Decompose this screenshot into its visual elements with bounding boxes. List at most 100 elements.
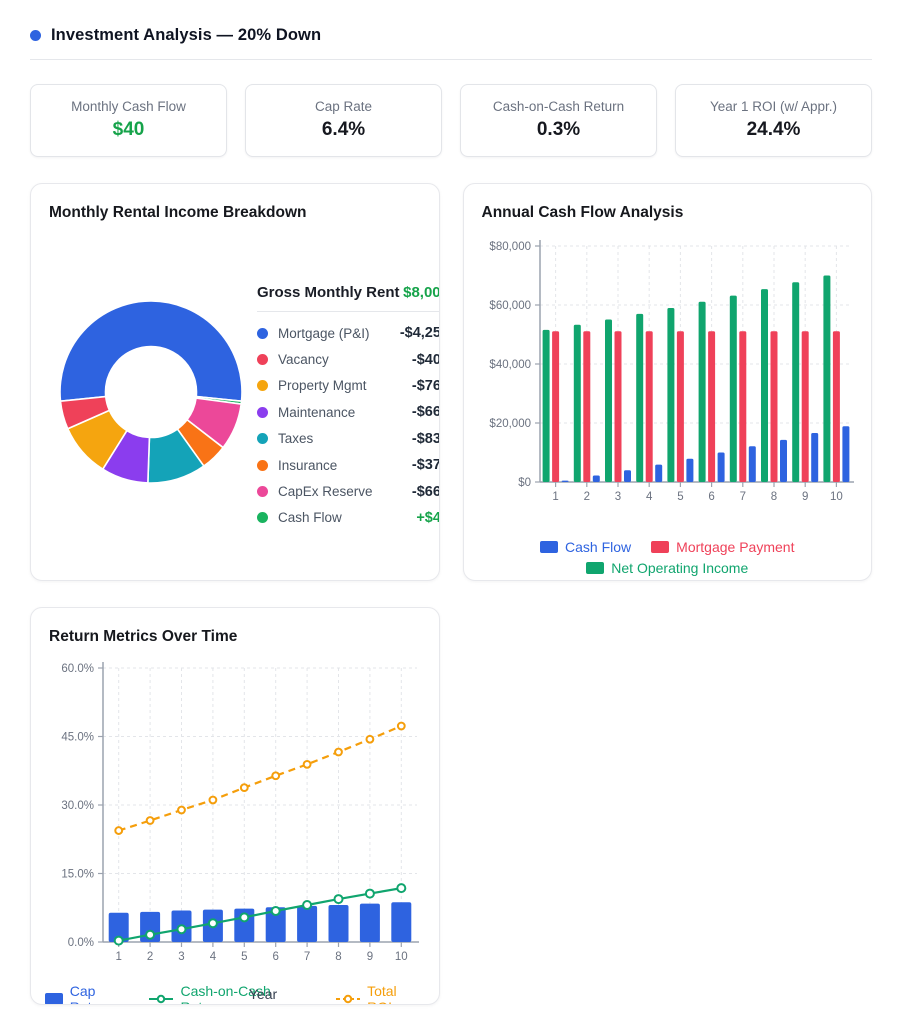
income-row-label: Mortgage (P&I) xyxy=(278,326,400,341)
bar-cash-flow[interactable] xyxy=(686,459,693,482)
bar-cash-flow[interactable] xyxy=(780,440,787,482)
donut-slice-mortgage-p-i-[interactable] xyxy=(60,301,242,401)
x-axis-tick-label: 2 xyxy=(583,491,589,503)
bar-mortgage-payment[interactable] xyxy=(552,331,559,482)
bar-cash-flow[interactable] xyxy=(842,426,849,482)
page-header: Investment Analysis — 20% Down xyxy=(30,26,872,45)
income-row-label: Insurance xyxy=(278,458,412,473)
marker-total-roi[interactable] xyxy=(335,749,342,756)
legend-label: Cash-on-Cash Return xyxy=(180,983,314,1005)
bar-net-operating-income[interactable] xyxy=(761,289,768,482)
line-cash-on-cash-return[interactable] xyxy=(119,888,402,941)
bar-net-operating-income[interactable] xyxy=(729,296,736,482)
bar-cash-flow[interactable] xyxy=(748,446,755,482)
bar-mortgage-payment[interactable] xyxy=(770,331,777,482)
income-content: Gross Monthly Rent $8,000 Mortgage (P&I)… xyxy=(45,256,425,531)
legend-item-cash-on-cash-return[interactable]: Cash-on-Cash Return xyxy=(148,983,315,1005)
card-title: Monthly Rental Income Breakdown xyxy=(49,204,425,222)
legend-swatch-icon xyxy=(45,993,63,1005)
marker-total-roi[interactable] xyxy=(367,736,374,743)
marker-cash-on-cash-return[interactable] xyxy=(335,895,343,903)
metric-label: Cash-on-Cash Return xyxy=(467,99,650,114)
legend-item-cash-flow[interactable]: Cash Flow xyxy=(540,539,631,555)
bar-cash-flow[interactable] xyxy=(561,481,568,482)
bar-net-operating-income[interactable] xyxy=(698,302,705,482)
x-axis-tick-label: 10 xyxy=(395,951,408,963)
y-axis-tick-label: $40,000 xyxy=(489,359,531,371)
bar-net-operating-income[interactable] xyxy=(667,308,674,482)
annual-cashflow-chart[interactable]: $0$20,000$40,000$60,000$80,0001234567891… xyxy=(478,228,858,528)
legend-swatch-icon xyxy=(651,541,669,553)
bar-mortgage-payment[interactable] xyxy=(676,331,683,482)
series-color-dot-icon xyxy=(257,433,268,444)
bar-cash-flow[interactable] xyxy=(811,433,818,482)
x-axis-tick-label: 1 xyxy=(115,951,121,963)
bar-net-operating-income[interactable] xyxy=(573,325,580,482)
metric-label: Monthly Cash Flow xyxy=(37,99,220,114)
bar-mortgage-payment[interactable] xyxy=(645,331,652,482)
marker-cash-on-cash-return[interactable] xyxy=(178,925,186,933)
marker-cash-on-cash-return[interactable] xyxy=(209,919,217,927)
legend-item-cap-rate[interactable]: Cap Rate xyxy=(45,983,128,1005)
bar-mortgage-payment[interactable] xyxy=(832,331,839,482)
legend-item-mortgage-payment[interactable]: Mortgage Payment xyxy=(651,539,794,555)
legend-item-total-roi[interactable]: Total ROI xyxy=(335,983,425,1005)
bar-net-operating-income[interactable] xyxy=(542,330,549,482)
return-metrics-card: Return Metrics Over Time 0.0%15.0%30.0%4… xyxy=(30,607,440,1005)
bar-mortgage-payment[interactable] xyxy=(801,331,808,482)
marker-total-roi[interactable] xyxy=(241,784,248,791)
empty-cell xyxy=(463,607,873,1005)
bar-cap-rate[interactable] xyxy=(360,904,380,942)
bar-net-operating-income[interactable] xyxy=(605,319,612,482)
return-metrics-chart[interactable]: 0.0%15.0%30.0%45.0%60.0%12345678910 xyxy=(45,654,425,974)
marker-total-roi[interactable] xyxy=(210,797,217,804)
marker-cash-on-cash-return[interactable] xyxy=(303,901,311,909)
x-axis-tick-label: 9 xyxy=(801,491,807,503)
bar-mortgage-payment[interactable] xyxy=(739,331,746,482)
income-row-label: Vacancy xyxy=(278,352,412,367)
bar-mortgage-payment[interactable] xyxy=(614,331,621,482)
x-axis-tick-label: 2 xyxy=(147,951,153,963)
header-divider xyxy=(30,59,872,60)
bar-net-operating-income[interactable] xyxy=(636,314,643,482)
bar-cap-rate[interactable] xyxy=(391,902,411,942)
marker-cash-on-cash-return[interactable] xyxy=(397,884,405,892)
legend-item-net-operating-income[interactable]: Net Operating Income xyxy=(586,560,748,576)
metric-value: 6.4% xyxy=(252,119,435,141)
bar-net-operating-income[interactable] xyxy=(792,282,799,482)
x-axis-tick-label: 3 xyxy=(614,491,620,503)
y-axis-tick-label: $0 xyxy=(518,477,531,489)
bar-cash-flow[interactable] xyxy=(655,465,662,482)
income-row: Vacancy-$400 xyxy=(257,346,440,372)
marker-cash-on-cash-return[interactable] xyxy=(115,937,123,945)
marker-cash-on-cash-return[interactable] xyxy=(272,907,280,915)
series-color-dot-icon xyxy=(257,486,268,497)
line-total-roi[interactable] xyxy=(119,726,402,831)
marker-total-roi[interactable] xyxy=(398,723,405,730)
income-row-value: -$760 xyxy=(412,378,440,394)
income-row-label: Property Mgmt xyxy=(278,378,412,393)
marker-total-roi[interactable] xyxy=(115,827,122,834)
marker-total-roi[interactable] xyxy=(178,807,185,814)
bar-net-operating-income[interactable] xyxy=(823,276,830,482)
income-row-value: +$40 xyxy=(416,510,439,526)
legend-label: Total ROI xyxy=(367,983,424,1005)
marker-cash-on-cash-return[interactable] xyxy=(146,931,154,939)
bar-cash-flow[interactable] xyxy=(624,470,631,482)
income-row-value: -$667 xyxy=(412,484,440,500)
series-color-dot-icon xyxy=(257,354,268,365)
marker-total-roi[interactable] xyxy=(272,772,279,779)
charts-row-1: Monthly Rental Income Breakdown Gross Mo… xyxy=(30,183,872,581)
marker-cash-on-cash-return[interactable] xyxy=(240,913,248,921)
marker-total-roi[interactable] xyxy=(147,817,154,824)
marker-cash-on-cash-return[interactable] xyxy=(366,890,374,898)
donut-chart[interactable] xyxy=(45,286,257,498)
bar-cap-rate[interactable] xyxy=(297,906,317,942)
bar-cash-flow[interactable] xyxy=(717,453,724,483)
legend-swatch-icon xyxy=(148,993,174,1005)
bar-cash-flow[interactable] xyxy=(592,476,599,482)
bar-mortgage-payment[interactable] xyxy=(708,331,715,482)
bar-cap-rate[interactable] xyxy=(329,905,349,942)
marker-total-roi[interactable] xyxy=(304,761,311,768)
bar-mortgage-payment[interactable] xyxy=(583,331,590,482)
